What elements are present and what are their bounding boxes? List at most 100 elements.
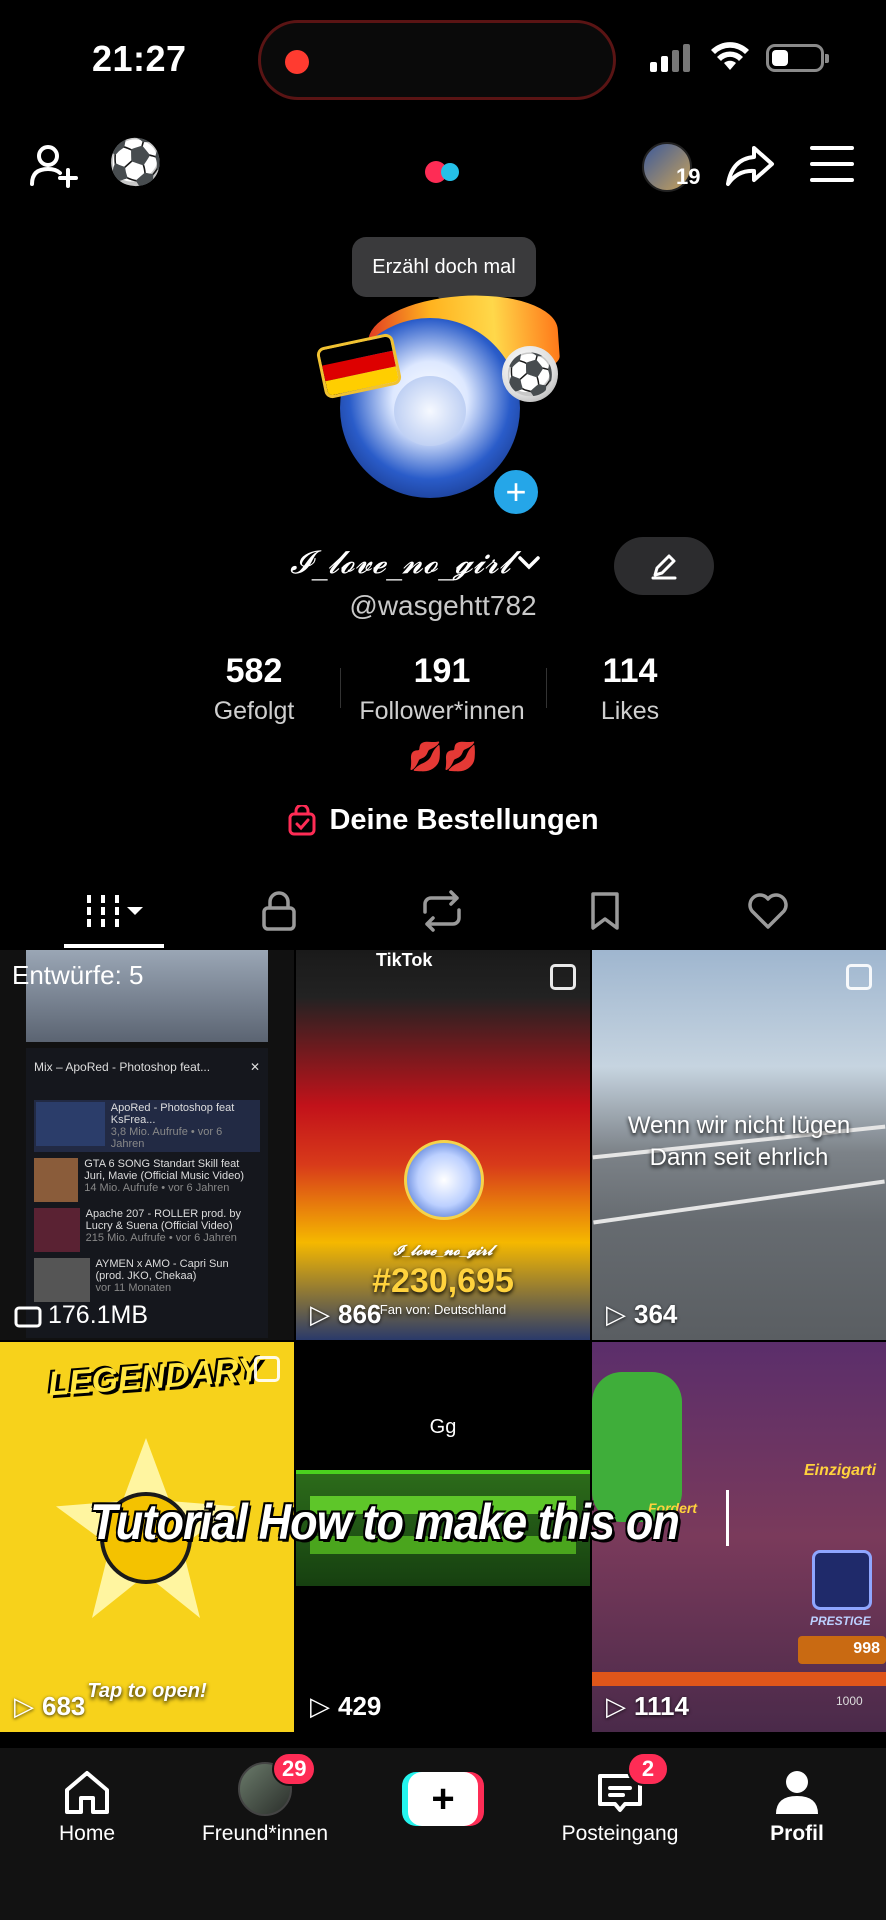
nav-friends-icon-wrap xyxy=(180,1748,350,1816)
chevron-down-icon[interactable] xyxy=(517,555,541,571)
multi-image-icon xyxy=(254,1356,280,1382)
mix-header: Mix – ApoRed - Photoshop feat... ✕ xyxy=(26,1048,268,1086)
view-count: ▷ 866 xyxy=(310,1299,381,1330)
list-item: AYMEN x AMO - Capri Sun (prod. JKO, Chek… xyxy=(34,1258,260,1302)
tab-liked[interactable] xyxy=(686,875,849,947)
menu-icon[interactable] xyxy=(810,144,854,184)
tab-videos[interactable] xyxy=(34,875,197,947)
tiktok-watermark: TikTok xyxy=(376,950,433,970)
legendary-title: LEGENDARY xyxy=(46,1350,262,1404)
heart-icon xyxy=(747,893,788,929)
status-bar: 21:27 xyxy=(0,0,886,120)
list-item-meta: 215 Mio. Aufrufe • vor 6 Jahren xyxy=(85,1232,237,1244)
nav-profile-icon-wrap xyxy=(712,1748,882,1816)
stat-likes[interactable]: 114 Likes xyxy=(536,652,724,732)
stat-label: Gefolgt xyxy=(213,697,295,725)
play-icon: ▷ xyxy=(14,1691,34,1721)
recording-indicator-icon xyxy=(285,50,309,74)
share-icon[interactable] xyxy=(724,140,776,192)
edit-profile-button[interactable] xyxy=(614,537,714,595)
profile-avatar[interactable]: ⚽ + xyxy=(315,289,561,518)
notification-badge: 2 xyxy=(627,1752,669,1786)
list-item-text: ApoRed - Photoshop feat KsFrea... 3,8 Mio… xyxy=(111,1102,258,1150)
mix-list: ApoRed - Photoshop feat KsFrea... 3,8 Mio… xyxy=(26,1086,268,1302)
brawl-label: PRESTIGE xyxy=(810,1614,871,1628)
prestige-icon xyxy=(812,1550,872,1610)
drafts-count-label: Entwürfe: 5 xyxy=(12,960,144,990)
list-item-thumb xyxy=(34,1258,90,1302)
stat-following[interactable]: 582 Gefolgt xyxy=(160,652,348,732)
pencil-icon xyxy=(651,554,677,580)
nav-label: Posteingang xyxy=(561,1822,679,1845)
active-tab-indicator xyxy=(64,944,164,948)
tutorial-overlay-text: Tutorial How to make this on xyxy=(90,1494,680,1550)
text-cursor xyxy=(726,1490,729,1546)
stat-value: 582 xyxy=(225,652,283,690)
orders-link[interactable]: Deine Bestellungen xyxy=(0,804,886,837)
content-tabs xyxy=(0,875,886,947)
add-story-button[interactable]: + xyxy=(490,466,542,518)
nav-home[interactable]: Home xyxy=(2,1748,172,1846)
nav-profile[interactable]: Profil xyxy=(712,1748,882,1846)
drafts-tile[interactable]: Mix – ApoRed - Photoshop feat... ✕ ApoRed… xyxy=(0,950,294,1340)
tab-private[interactable] xyxy=(197,875,360,947)
folder-icon xyxy=(14,1306,42,1327)
shopping-bag-icon xyxy=(288,804,316,835)
battery-icon xyxy=(766,44,829,72)
bookmark-icon xyxy=(590,892,619,930)
video-name-overlay: 𝓘_𝓵𝓸𝓿𝓮_𝓷𝓸_𝓰𝓲𝓻𝓵 xyxy=(393,1242,493,1258)
view-count-value: 1114 xyxy=(634,1691,689,1721)
drafts-size: 176.1MB xyxy=(14,1301,148,1330)
nav-home-icon-wrap xyxy=(2,1748,172,1816)
video-caption-line2: Dann seit ehrlich xyxy=(649,1144,829,1171)
mix-title: Mix – ApoRed - Photoshop feat... xyxy=(34,1060,211,1074)
soccer-ball-icon[interactable]: ⚽ xyxy=(108,136,163,188)
brawl-label: 1000 xyxy=(836,1694,863,1708)
divider xyxy=(546,668,547,708)
view-count: ▷ 683 xyxy=(14,1691,85,1722)
stat-followers[interactable]: 191 Follower*innen xyxy=(348,652,536,732)
brawl-label: Einzigarti xyxy=(804,1462,877,1479)
draft-playlist-preview: Mix – ApoRed - Photoshop feat... ✕ ApoRed… xyxy=(26,1048,268,1338)
view-count-value: 429 xyxy=(338,1691,382,1721)
bio: 💋💋 xyxy=(408,741,478,772)
view-count-value: 866 xyxy=(338,1299,382,1329)
bottom-nav: Home Freund*innen 29 + Posteingang 2 Pro… xyxy=(0,1748,886,1920)
list-item-title: ApoRed - Photoshop feat KsFrea... xyxy=(110,1102,235,1126)
view-count: ▷ 364 xyxy=(606,1299,677,1330)
list-item: GTA 6 SONG Standart Skill feat Juri, Mav… xyxy=(34,1158,260,1202)
video-title: Gg xyxy=(429,1416,457,1438)
stat-value: 191 xyxy=(413,652,471,690)
list-item-thumb xyxy=(34,1208,80,1252)
nav-friends[interactable]: Freund*innen 29 xyxy=(180,1748,350,1846)
stat-label: Follower*innen xyxy=(359,697,525,725)
dynamic-island xyxy=(258,20,616,100)
road-line xyxy=(593,1179,885,1225)
display-name[interactable]: 𝓘_𝓵𝓸𝓿𝓮_𝓷𝓸_𝓰𝓲𝓻𝓵 xyxy=(290,543,541,582)
divider xyxy=(340,668,341,708)
list-item-thumb xyxy=(36,1102,105,1146)
drafts-size-value: 176.1MB xyxy=(48,1301,149,1329)
list-item-thumb xyxy=(34,1158,79,1202)
nav-inbox-icon-wrap xyxy=(535,1748,705,1816)
close-icon: ✕ xyxy=(249,1060,260,1074)
repost-icon xyxy=(422,890,461,932)
add-friend-icon[interactable] xyxy=(28,140,80,192)
list-item: Apache 207 - ROLLER prod. by Lucry & Sue… xyxy=(34,1208,260,1252)
top-nav: ⚽ 19 xyxy=(0,130,886,200)
friend-count-badge: 19 xyxy=(676,164,701,189)
play-icon: ▷ xyxy=(606,1691,626,1721)
video-caption-line1: Wenn wir nicht lügen xyxy=(627,1112,851,1139)
profile-tooltip[interactable]: Erzähl doch mal xyxy=(352,237,536,307)
progress-bar xyxy=(592,1672,886,1686)
plus-icon: + xyxy=(408,1772,478,1826)
tab-reposts[interactable] xyxy=(360,875,523,947)
tab-saved[interactable] xyxy=(523,875,686,947)
nav-inbox[interactable]: Posteingang 2 xyxy=(535,1748,705,1846)
video-tile[interactable]: Wenn wir nicht lügen Dann seit ehrlich ▷… xyxy=(592,950,886,1340)
video-tile[interactable]: TikTok 𝓘_𝓵𝓸𝓿𝓮_𝓷𝓸_𝓰𝓲𝓻𝓵 #230,695 Fan von: … xyxy=(296,950,590,1340)
create-button[interactable]: + xyxy=(402,1772,484,1826)
list-item-text: GTA 6 SONG Standart Skill feat Juri, Mav… xyxy=(84,1158,260,1202)
notification-badge: 29 xyxy=(272,1752,317,1786)
tiktok-now-icon[interactable] xyxy=(420,161,464,183)
